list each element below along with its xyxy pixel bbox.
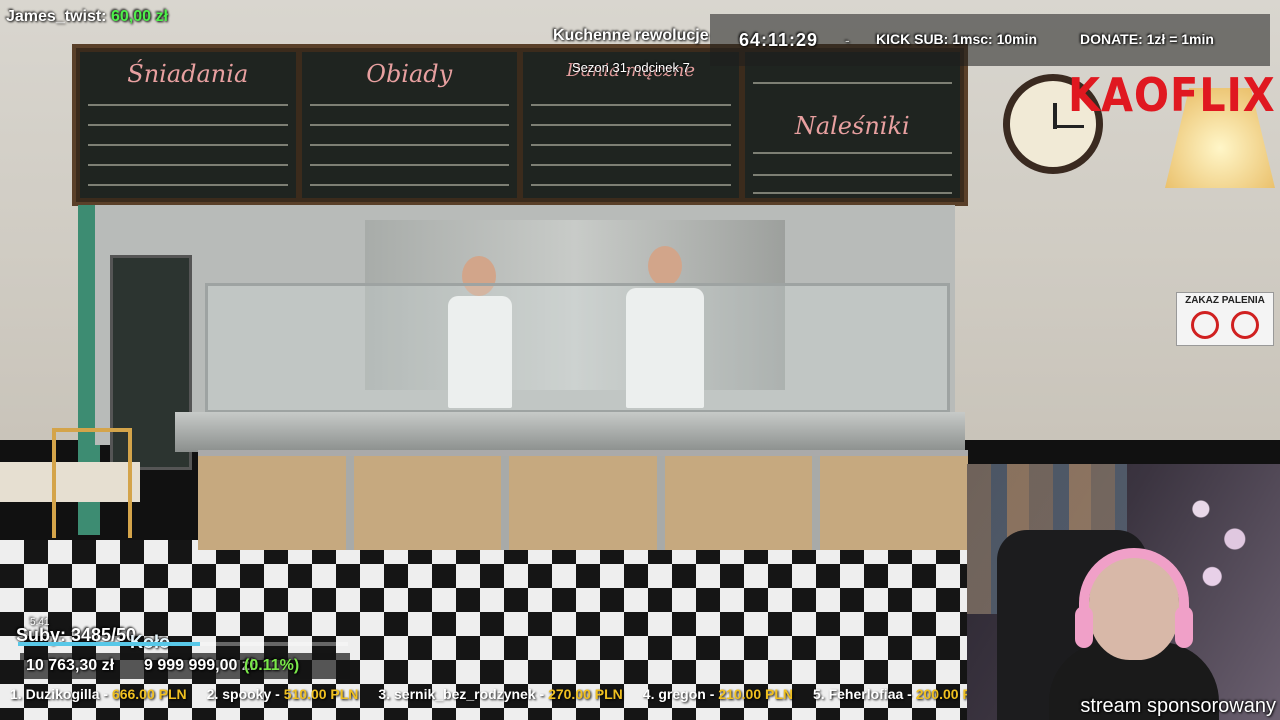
kick-sub-rate: KICK SUB: 1msc: 10min: [876, 31, 1038, 47]
goal-current: 10 763,30 zł: [26, 657, 115, 674]
top-donor-entry: 1. Duzikogilla - 666.00 PLN: [10, 686, 187, 702]
menu-board: Obiady: [301, 52, 517, 198]
menu-board-title: Obiady: [366, 60, 453, 88]
chair: [52, 428, 132, 538]
donor-name: James_twist:: [6, 8, 107, 25]
menu-board-title: Naleśniki: [794, 112, 910, 140]
top-donor-entry: 4. gregon - 210.00 PLN: [642, 686, 793, 702]
menu-board: Naleśniki: [744, 52, 960, 198]
top-donors-ticker: 1. Duzikogilla - 666.00 PLN 2. spooky - …: [0, 686, 1080, 712]
menu-board-title: Śniadania: [127, 60, 249, 88]
no-smoking-icon: [1231, 311, 1259, 339]
menu-board: Śniadania: [80, 52, 296, 198]
goal-percent: (0.11%): [244, 657, 300, 674]
no-smoking-icon: [1191, 311, 1219, 339]
show-title: Kuchenne rewolucje: [553, 27, 709, 44]
no-smoking-sign: ZAKAZ PALENIA: [1176, 292, 1274, 346]
counter-front: [198, 450, 968, 550]
latest-donation: James_twist: 60,00 zł: [6, 8, 168, 26]
top-donor-entry: 2. spooky - 510.00 PLN: [206, 686, 359, 702]
subs-progress-track: [18, 642, 348, 646]
donate-rate: DONATE: 1zł = 1min: [1080, 31, 1214, 47]
subs-progress-fill: [18, 642, 200, 646]
serving-counter-glass: [205, 283, 950, 413]
counter-top: [175, 412, 965, 452]
top-donor-entry: 3. sernik_bez_rodzynek - 270.00 PLN: [378, 686, 623, 702]
no-smoking-text: ZAKAZ PALENIA: [1185, 295, 1265, 306]
goal-target: 9 999 999,00 zł: [144, 657, 255, 674]
menu-boards: Śniadania Obiady Dania mączne Naleśniki: [72, 44, 968, 206]
separator: -: [845, 32, 850, 48]
kaoflix-logo: KAOFLIX: [1068, 68, 1276, 122]
sponsored-label: stream sponsorowany: [1080, 695, 1276, 717]
stream-timer: 64:11:29: [739, 30, 819, 50]
top-donor-entry: 5. Feherlofiaa - 200.00 PLN: [813, 686, 991, 702]
show-episode: Sezon 31, odcinek 7: [572, 60, 690, 75]
webcam-feed: [967, 464, 1280, 720]
donor-amount: 60,00 zł: [110, 8, 168, 25]
